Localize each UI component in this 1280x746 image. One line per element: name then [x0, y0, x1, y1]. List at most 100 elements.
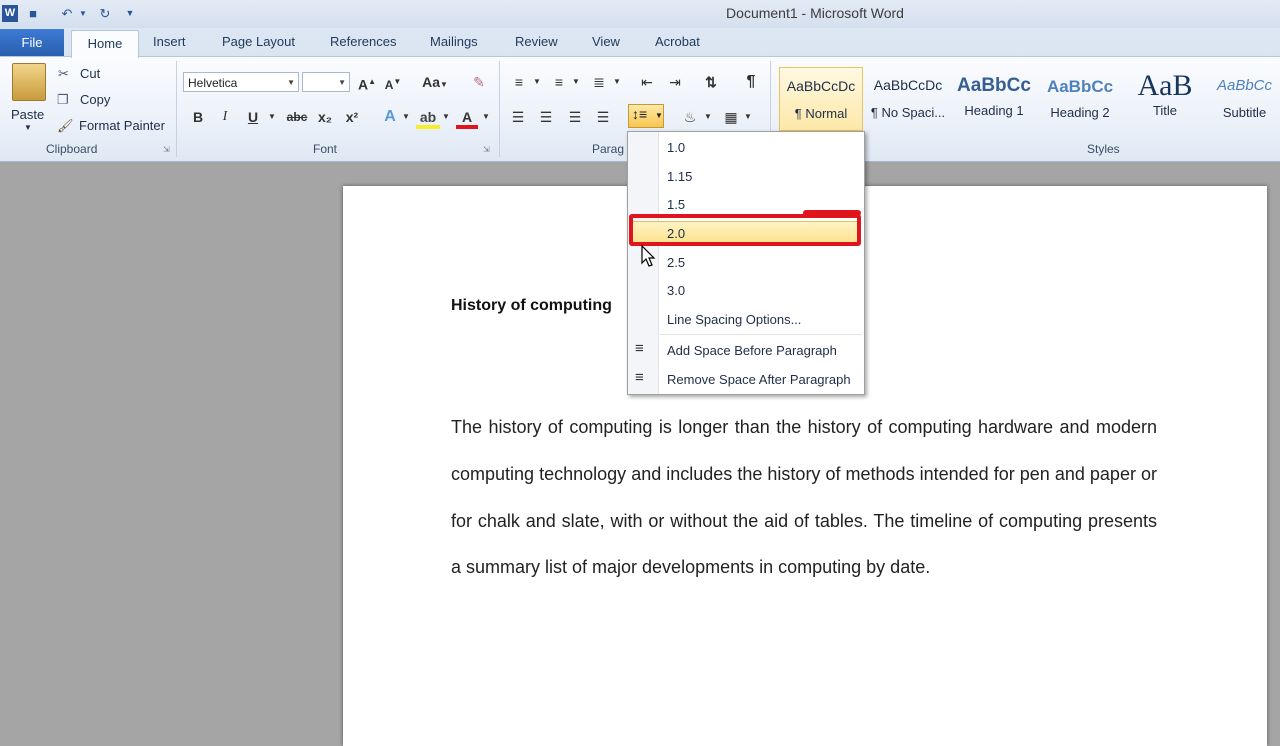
font-color-icon[interactable]: A: [456, 107, 478, 129]
decrease-indent-icon[interactable]: ⇤: [636, 72, 658, 94]
tab-insert[interactable]: Insert: [153, 34, 186, 49]
chevron-down-icon[interactable]: ▼: [401, 107, 411, 129]
italic-button[interactable]: I: [215, 107, 235, 129]
style-heading-2[interactable]: AaBbCc Heading 2: [1038, 67, 1122, 131]
tab-home[interactable]: Home: [71, 30, 139, 58]
style-no-spacing[interactable]: AaBbCcDc ¶ No Spaci...: [866, 67, 950, 131]
separator: [499, 61, 500, 157]
line-spacing-option-2-5[interactable]: 2.5: [667, 255, 685, 270]
bold-button[interactable]: B: [188, 107, 208, 129]
tab-acrobat[interactable]: Acrobat: [655, 34, 700, 49]
document-body[interactable]: The history of computing is longer than …: [451, 404, 1157, 591]
paste-dropdown-icon[interactable]: ▼: [24, 123, 32, 132]
style-normal[interactable]: AaBbCcDc ¶ Normal: [779, 67, 863, 131]
remove-space-after-icon: ≡: [635, 369, 644, 386]
grow-font-icon[interactable]: A▲: [356, 72, 378, 94]
chevron-down-icon[interactable]: ▼: [743, 107, 753, 129]
chevron-down-icon[interactable]: ▼: [532, 72, 542, 94]
text-effects-icon[interactable]: A: [378, 107, 402, 129]
justify-icon[interactable]: ☰: [592, 107, 614, 129]
style-name: Heading 2: [1050, 105, 1110, 120]
remove-space-after-item[interactable]: Remove Space After Paragraph: [667, 372, 851, 387]
line-spacing-option-1-15[interactable]: 1.15: [667, 169, 692, 184]
font-name-combo[interactable]: Helvetica ▼: [183, 72, 299, 92]
document-heading[interactable]: History of computing: [451, 297, 612, 315]
numbering-icon[interactable]: ≡: [548, 72, 570, 94]
align-left-icon[interactable]: ☰: [507, 107, 529, 129]
style-name: ¶ No Spaci...: [870, 105, 946, 120]
style-name: Title: [1152, 103, 1178, 118]
style-sample: AaBbCcDc: [786, 78, 856, 94]
cut-icon: ✂: [58, 66, 69, 81]
style-name: ¶ Normal: [794, 106, 848, 121]
chevron-down-icon: ▼: [655, 111, 663, 120]
menu-separator: [660, 334, 862, 335]
paragraph-group-label: Parag: [592, 142, 625, 156]
tab-review[interactable]: Review: [515, 34, 558, 49]
separator: [176, 61, 177, 157]
style-heading-1[interactable]: AaBbCc Heading 1: [952, 67, 1036, 131]
cut-button[interactable]: Cut: [80, 66, 100, 81]
annotation-highlight: [629, 214, 861, 246]
format-painter-button[interactable]: Format Painter: [79, 118, 165, 133]
line-spacing-option-1-0[interactable]: 1.0: [667, 140, 685, 155]
tab-mailings[interactable]: Mailings: [430, 34, 478, 49]
style-title[interactable]: AaB Title: [1123, 67, 1207, 131]
clipboard-launcher-icon[interactable]: ⇲: [163, 145, 170, 154]
superscript-button[interactable]: x²: [341, 107, 363, 129]
paste-icon[interactable]: [12, 63, 46, 101]
styles-group-label: Styles: [1087, 142, 1120, 156]
paste-button[interactable]: Paste: [11, 107, 44, 122]
borders-icon[interactable]: ▦: [720, 107, 742, 129]
underline-dropdown-icon[interactable]: ▼: [266, 107, 278, 129]
style-sample: AaBbCc: [957, 75, 1031, 96]
style-name: Subtitle: [1222, 105, 1267, 120]
ribbon-tabs: Insert Page Layout References Mailings R…: [0, 28, 1280, 56]
style-sample: AaBbCcDc: [873, 77, 943, 93]
multilevel-list-icon[interactable]: ≣: [588, 72, 610, 94]
strikethrough-icon[interactable]: abc: [284, 107, 310, 129]
shading-icon[interactable]: ♨: [679, 107, 701, 129]
copy-button[interactable]: Copy: [80, 92, 110, 107]
font-launcher-icon[interactable]: ⇲: [483, 145, 490, 154]
subscript-button[interactable]: x₂: [314, 107, 336, 129]
align-center-icon[interactable]: ☰: [535, 107, 557, 129]
chevron-down-icon[interactable]: ▼: [441, 107, 451, 129]
tab-page-layout[interactable]: Page Layout: [222, 34, 295, 49]
chevron-down-icon[interactable]: ▼: [703, 107, 713, 129]
line-spacing-option-3-0[interactable]: 3.0: [667, 283, 685, 298]
window-title: Document1 - Microsoft Word: [726, 5, 904, 21]
sort-icon[interactable]: ⇅: [700, 72, 722, 94]
change-case-icon[interactable]: Aa▼: [420, 72, 450, 94]
tab-file[interactable]: File: [0, 29, 64, 56]
bullets-icon[interactable]: ≡: [508, 72, 530, 94]
style-subtitle[interactable]: AaBbCc Subtitle: [1209, 67, 1280, 131]
style-sample: AaBbCc: [1046, 77, 1114, 96]
chevron-down-icon[interactable]: ▼: [571, 72, 581, 94]
annotation-stroke: [803, 210, 861, 216]
line-spacing-options-link[interactable]: Line Spacing Options...: [667, 312, 801, 327]
line-spacing-menu: 1.0 1.15 1.5 2.0 2.5 3.0 Line Spacing Op…: [627, 131, 865, 395]
highlight-color-icon[interactable]: ab: [416, 107, 440, 129]
chevron-down-icon[interactable]: ▼: [481, 107, 491, 129]
clear-formatting-icon[interactable]: ✎: [466, 72, 492, 94]
underline-button[interactable]: U: [243, 107, 263, 129]
style-name: Heading 1: [964, 103, 1024, 118]
font-size-combo[interactable]: ▼: [302, 72, 350, 92]
shrink-font-icon[interactable]: A▼: [382, 72, 404, 94]
tab-references[interactable]: References: [330, 34, 396, 49]
show-formatting-icon[interactable]: ¶: [740, 72, 762, 94]
font-group-label: Font: [313, 142, 338, 156]
add-space-before-item[interactable]: Add Space Before Paragraph: [667, 343, 837, 358]
style-sample: AaB: [1137, 69, 1193, 102]
mouse-cursor-icon: [641, 245, 656, 267]
align-right-icon[interactable]: ☰: [564, 107, 586, 129]
chevron-down-icon: ▼: [287, 78, 295, 87]
tab-view[interactable]: View: [592, 34, 620, 49]
line-spacing-button[interactable]: ↕≡ ▼: [628, 104, 664, 128]
style-sample: AaBbCc: [1216, 77, 1273, 94]
add-space-before-icon: ≡: [635, 340, 644, 357]
chevron-down-icon[interactable]: ▼: [612, 72, 622, 94]
increase-indent-icon[interactable]: ⇥: [664, 72, 686, 94]
line-spacing-option-1-5[interactable]: 1.5: [667, 197, 685, 212]
